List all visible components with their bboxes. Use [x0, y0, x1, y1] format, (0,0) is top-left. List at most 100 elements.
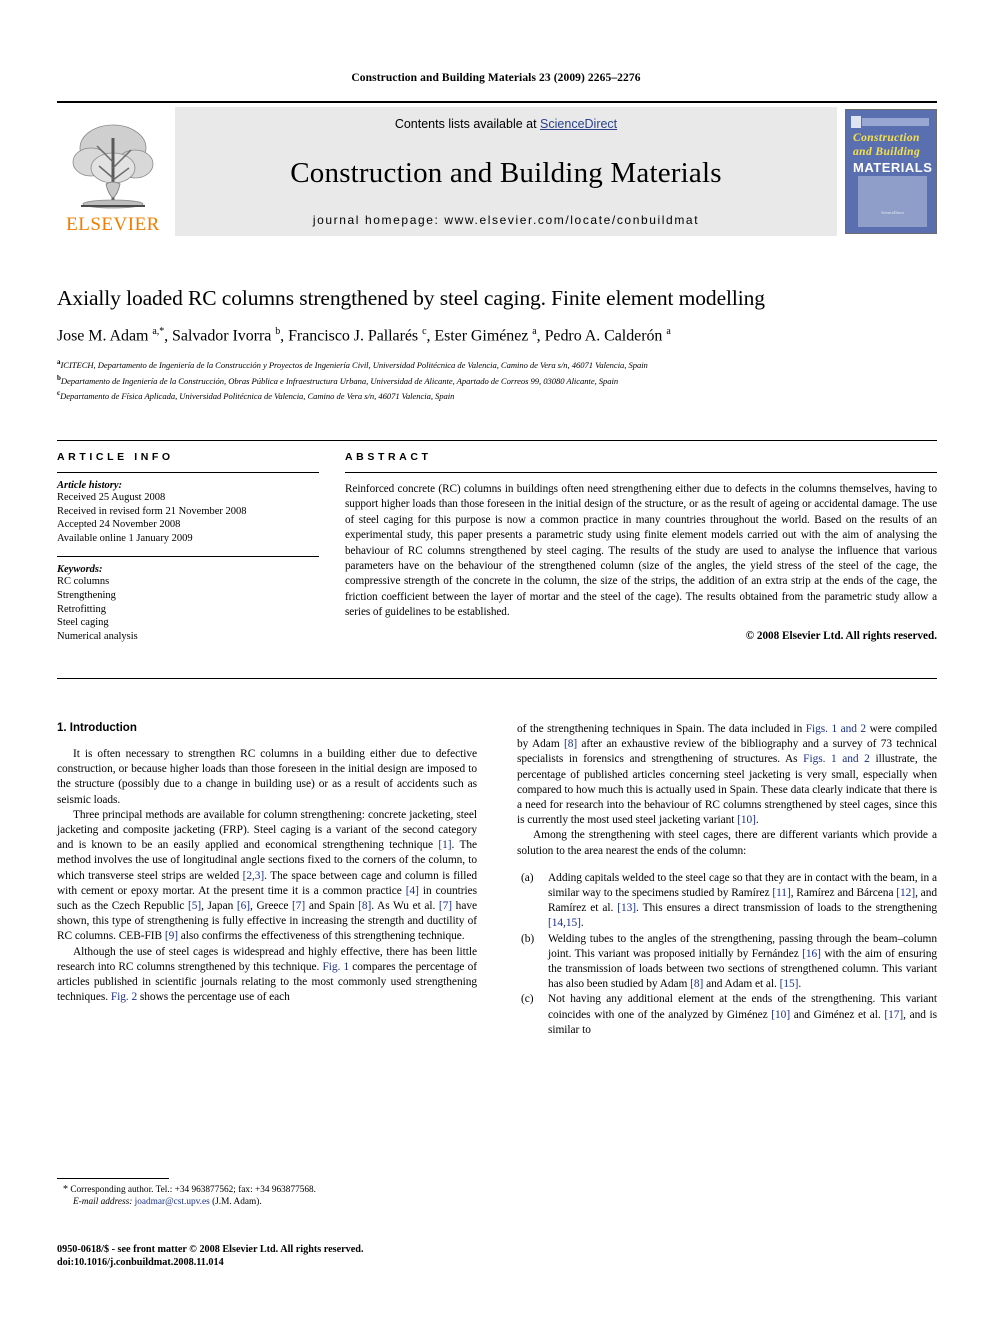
journal-band: Contents lists available at ScienceDirec… — [175, 107, 837, 236]
elsevier-logo: ELSEVIER — [57, 107, 169, 236]
abstract-text: Reinforced concrete (RC) columns in buil… — [345, 483, 937, 619]
citation-link[interactable]: [8] — [564, 738, 577, 750]
article-history-group: Article history: Received 25 August 2008… — [57, 480, 319, 545]
figure-link[interactable]: Figs. 1 and 2 — [803, 753, 870, 765]
running-head: Construction and Building Materials 23 (… — [351, 72, 641, 84]
citation-link[interactable]: [10] — [737, 814, 756, 826]
list-marker: (c) — [521, 993, 534, 1006]
citation-link[interactable]: [5] — [188, 900, 201, 912]
email-address-label: E-mail address: — [73, 1197, 133, 1208]
citation-link[interactable]: [15] — [780, 978, 799, 990]
citation-link[interactable]: [6] — [237, 900, 250, 912]
citation-link[interactable]: [7] — [292, 900, 305, 912]
abstract-column: ABSTRACT Reinforced concrete (RC) column… — [345, 441, 937, 654]
page-title: Axially loaded RC columns strengthened b… — [57, 286, 765, 310]
figure-link[interactable]: Fig. 2 — [111, 991, 137, 1003]
footnote-corresponding-line: * Corresponding author. Tel.: +34 963877… — [57, 1184, 477, 1196]
asterisk-icon: * — [63, 1184, 68, 1195]
affiliation-list: aICITECH, Departamento de Ingeniería de … — [57, 356, 937, 402]
history-item: Available online 1 January 2009 — [57, 532, 193, 544]
info-abstract-region: ARTICLE INFO Article history: Received 2… — [57, 440, 937, 654]
contents-prefix: Contents lists available at — [394, 117, 541, 131]
figure-link[interactable]: Figs. 1 and 2 — [806, 723, 866, 735]
citation-link[interactable]: [14,15] — [548, 917, 581, 929]
citation-link[interactable]: [8] — [690, 978, 703, 990]
list-item-text: Not having any additional element at the… — [548, 993, 938, 1036]
citation-link[interactable]: [8] — [358, 900, 371, 912]
citation-link[interactable]: [2,3] — [243, 870, 265, 882]
figure-link[interactable]: Fig. 1 — [322, 961, 349, 973]
paper-page: Construction and Building Materials 23 (… — [0, 0, 992, 1323]
author-list: Jose M. Adam a,*, Salvador Ivorra b, Fra… — [57, 326, 671, 345]
citation-link[interactable]: [16] — [802, 948, 821, 960]
abstract-divider — [345, 472, 937, 473]
journal-cover-thumbnail: Construction and Building MATERIALS An I… — [845, 109, 937, 234]
journal-homepage-line[interactable]: journal homepage: www.elsevier.com/locat… — [313, 213, 699, 227]
abstract-bottom-rule — [57, 678, 937, 679]
journal-title: Construction and Building Materials — [290, 156, 722, 189]
affiliation-item: cDepartamento de Física Aplicada, Univer… — [57, 387, 937, 402]
body-column-gap — [477, 722, 517, 1038]
citation-link[interactable]: [17] — [884, 1009, 903, 1021]
keyword-item: Strengthening — [57, 589, 116, 601]
body-left-column: 1. Introduction It is often necessary to… — [57, 722, 477, 1038]
affiliation-item: aICITECH, Departamento de Ingeniería de … — [57, 356, 937, 371]
cover-title-line2: and Building — [853, 146, 921, 158]
paragraph: of the strengthening techniques in Spain… — [517, 723, 937, 827]
keyword-item: Steel caging — [57, 617, 109, 629]
email-link[interactable]: joadmar@cst.upv.es — [135, 1197, 210, 1207]
citation-link[interactable]: [12] — [896, 887, 915, 899]
page-footer: 0950-0618/$ - see front matter © 2008 El… — [57, 1243, 657, 1269]
cover-top-bar — [862, 118, 929, 126]
body-columns: 1. Introduction It is often necessary to… — [57, 722, 937, 1038]
affiliation-text: Departamento de Ingeniería de la Constru… — [60, 375, 619, 386]
corresponding-author-footnote: * Corresponding author. Tel.: +34 963877… — [57, 1178, 477, 1209]
citation-link[interactable]: [9] — [165, 930, 178, 942]
paragraph: Among the strengthening with steel cages… — [517, 829, 937, 857]
paragraph: It is often necessary to strengthen RC c… — [57, 748, 477, 806]
column-gap — [319, 441, 345, 654]
elsevier-tree-icon — [72, 124, 154, 209]
paragraph: Three principal methods are available fo… — [57, 808, 478, 943]
keywords-label: Keywords: — [57, 564, 103, 576]
footnote-rule — [57, 1178, 169, 1179]
cover-footer-label: ScienceDirect — [881, 210, 904, 215]
list-item: (a) Adding capitals welded to the steel c… — [517, 871, 937, 932]
keyword-item: Retrofitting — [57, 603, 106, 615]
article-info-column: ARTICLE INFO Article history: Received 2… — [57, 441, 319, 654]
email-owner: (J.M. Adam). — [212, 1197, 262, 1208]
list-marker: (b) — [521, 932, 535, 945]
list-item-text: Welding tubes to the angles of the stren… — [548, 932, 938, 991]
section-heading-introduction: 1. Introduction — [57, 722, 137, 734]
corresponding-author-text: Corresponding author. Tel.: +34 96387756… — [70, 1185, 317, 1195]
contents-available-line: Contents lists available at ScienceDirec… — [395, 117, 617, 131]
sciencedirect-link[interactable]: ScienceDirect — [540, 117, 617, 131]
list-item-text: Adding capitals welded to the steel cage… — [548, 871, 937, 930]
keywords-divider — [57, 556, 319, 558]
citation-link[interactable]: [1] — [438, 839, 451, 851]
citation-link[interactable]: [7] — [439, 900, 452, 912]
article-info-divider — [57, 472, 319, 473]
abstract-copyright: © 2008 Elsevier Ltd. All rights reserved… — [745, 629, 937, 642]
front-matter-line: 0950-0618/$ - see front matter © 2008 El… — [57, 1244, 364, 1255]
affiliation-text: Departamento de Física Aplicada, Univers… — [60, 390, 455, 401]
affiliation-item: bDepartamento de Ingeniería de la Constr… — [57, 372, 937, 387]
body-right-column: of the strengthening techniques in Spain… — [517, 722, 937, 1038]
affiliation-text: ICITECH, Departamento de Ingeniería de l… — [60, 360, 648, 371]
keywords-group: Keywords: RC columns Strengthening Retro… — [57, 564, 319, 643]
history-item: Received in revised form 21 November 200… — [57, 505, 247, 517]
citation-link[interactable]: [4] — [406, 885, 419, 897]
citation-link[interactable]: [11] — [772, 887, 790, 899]
doi-line: doi:10.1016/j.conbuildmat.2008.11.014 — [57, 1257, 224, 1268]
citation-link[interactable]: [10] — [771, 1009, 790, 1021]
journal-masthead: ELSEVIER Contents lists available at Sci… — [57, 101, 937, 236]
citation-link[interactable]: [13] — [617, 902, 636, 914]
list-marker: (a) — [521, 871, 534, 884]
list-item: (b) Welding tubes to the angles of the st… — [517, 932, 937, 993]
article-info-heading: ARTICLE INFO — [57, 451, 174, 463]
cover-inner-panel: An International Journal Dedicated to th… — [858, 176, 927, 227]
abstract-heading: ABSTRACT — [345, 451, 432, 463]
cover-title-line1: Construction — [853, 132, 920, 144]
title-block: Axially loaded RC columns strengthened b… — [57, 286, 937, 402]
paragraph: Although the use of steel cages is wides… — [57, 945, 477, 1004]
